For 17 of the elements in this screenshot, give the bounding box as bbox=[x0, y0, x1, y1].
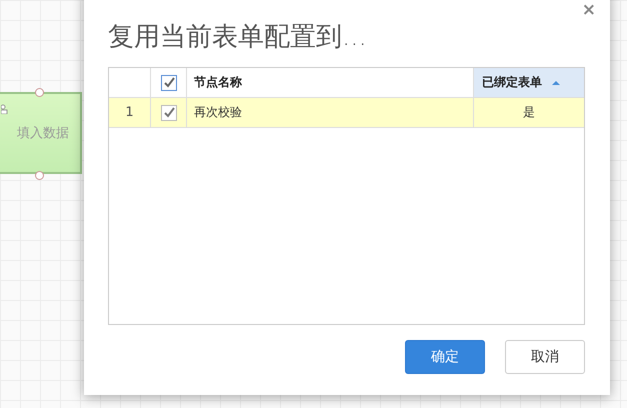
connection-handle[interactable] bbox=[35, 171, 44, 180]
column-header[interactable]: 已绑定表单 bbox=[474, 68, 584, 97]
table-cell: 再次校验 bbox=[187, 98, 474, 127]
connection-handle[interactable] bbox=[35, 88, 44, 97]
close-button[interactable]: × bbox=[582, 2, 596, 19]
column-label: 已绑定表单 bbox=[482, 74, 542, 91]
dialog-title: 复用当前表单配置到... bbox=[108, 21, 368, 54]
row-number: 1 bbox=[109, 98, 151, 127]
checkbox[interactable] bbox=[160, 74, 176, 90]
table-cell-text: 是 bbox=[522, 104, 536, 121]
node-label: 填入数据 bbox=[16, 125, 69, 142]
confirm-button[interactable]: 确定 bbox=[405, 340, 485, 374]
checkbox[interactable] bbox=[160, 104, 176, 120]
person-icon bbox=[1, 104, 9, 114]
column-label: 节点名称 bbox=[194, 74, 242, 91]
cancel-button[interactable]: 取消 bbox=[505, 340, 585, 374]
table-row[interactable]: 1 再次校验 是 bbox=[109, 98, 584, 128]
